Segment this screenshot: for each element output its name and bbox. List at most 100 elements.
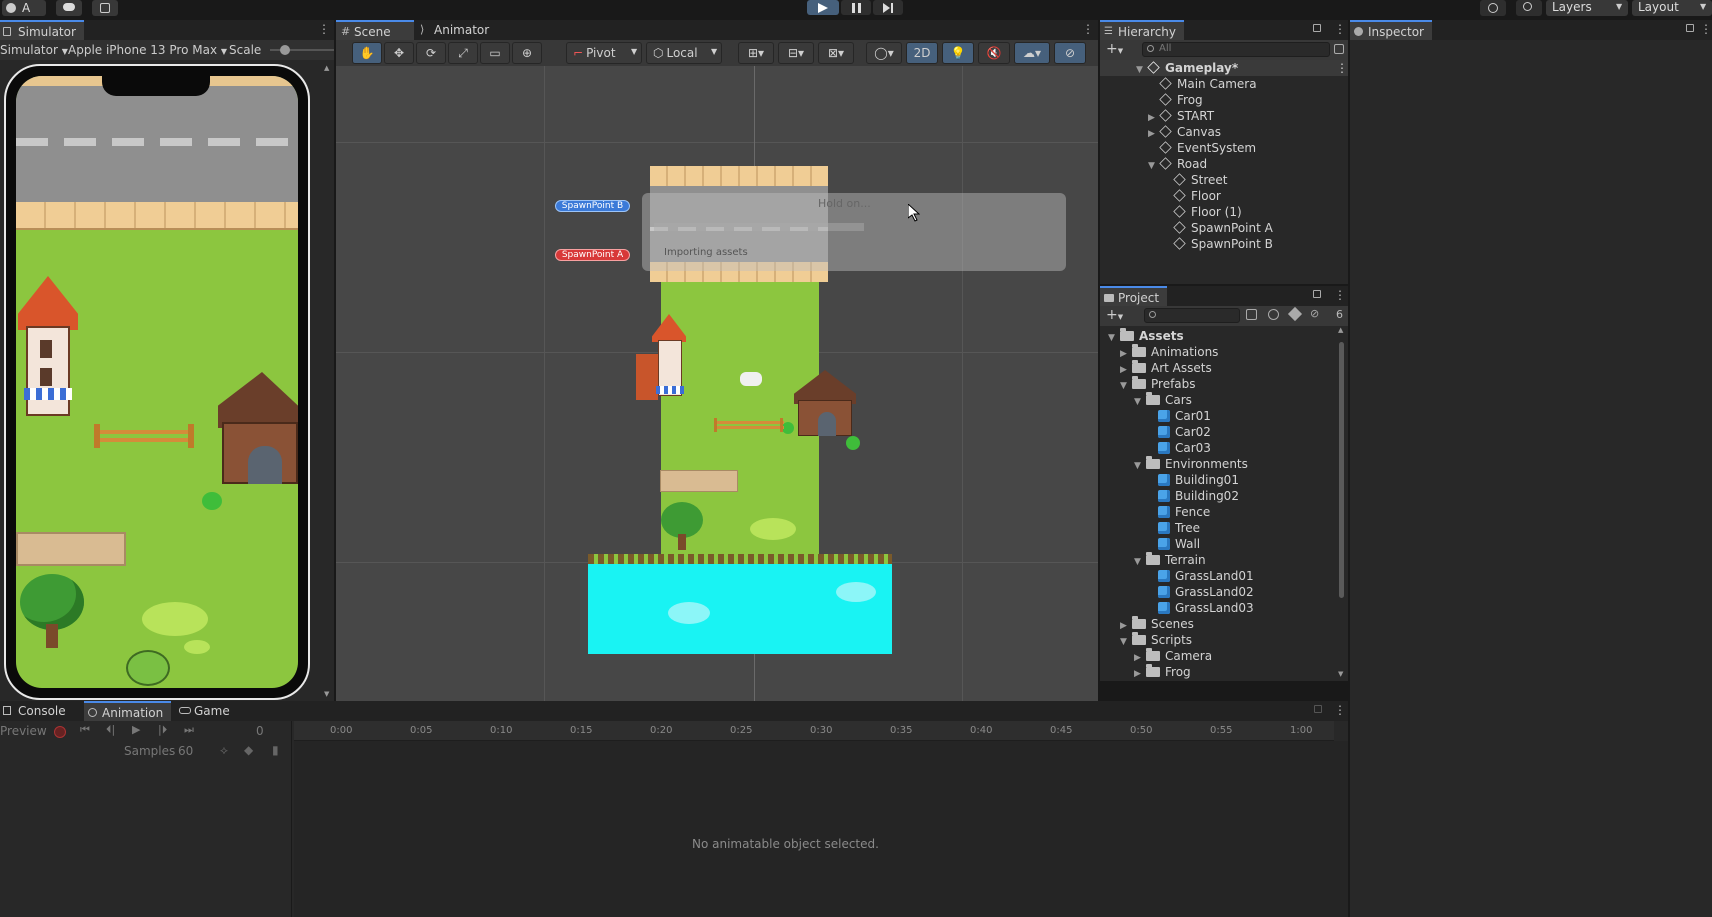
tab-project[interactable]: Project [1100,286,1168,306]
cloud-button[interactable] [56,0,82,16]
pivot-dropdown[interactable]: ⌐ Pivot ▼ [566,42,642,64]
lighting-toggle-button[interactable]: 💡 [942,42,974,64]
project-item[interactable]: Car01 [1158,408,1211,424]
scrollbar-thumb[interactable] [1339,342,1344,598]
hierarchy-item[interactable]: ▼ Road [1100,156,1207,172]
tab-console[interactable]: Console [0,701,74,721]
play-animation-button[interactable]: ▶ [132,723,140,736]
search-by-type-icon[interactable] [1246,309,1257,320]
simulator-mode-dropdown[interactable]: Simulator ▼ [0,43,68,57]
project-item[interactable]: ▶ Animations [1120,344,1218,360]
project-item[interactable]: ▼ Scripts [1120,632,1192,648]
hierarchy-item[interactable]: Main Camera [1100,76,1257,92]
next-keyframe-button[interactable]: |⏵ [158,723,167,737]
hierarchy-item[interactable]: Frog [1100,92,1203,108]
expand-arrow-icon[interactable]: ▼ [1108,330,1120,346]
project-item[interactable]: ▼ Prefabs [1120,376,1196,392]
grid-toggle-button[interactable]: ⊞▾ [738,42,774,64]
effects-toggle-button[interactable]: ☁▾ [1014,42,1050,64]
game-viewport[interactable] [16,76,298,688]
account-button[interactable]: A [2,0,46,16]
camera-gizmo-icon[interactable] [740,372,762,386]
increment-snap-button[interactable]: ⊠▾ [818,42,854,64]
scroll-down-icon[interactable]: ▼ [324,690,329,698]
add-object-button[interactable]: +▼ [1106,41,1123,57]
panel-menu-icon[interactable]: ⋮ [1082,23,1094,35]
scale-slider[interactable] [270,45,334,55]
filter-icon[interactable] [1334,44,1344,54]
last-keyframe-button[interactable]: ⏭ [184,723,194,737]
project-item[interactable]: Wall [1158,536,1200,552]
project-item[interactable]: GrassLand02 [1158,584,1254,600]
project-item[interactable]: ▼ Environments [1134,456,1248,472]
audio-toggle-button[interactable]: 🔇 [978,42,1010,64]
lock-icon[interactable] [1313,290,1321,298]
expand-arrow-icon[interactable]: ▼ [1134,554,1146,570]
panel-menu-icon[interactable]: ⋮ [1334,704,1346,716]
mode-2d-button[interactable]: 2D [906,42,938,64]
record-button[interactable] [54,726,66,738]
scale-slider-handle[interactable] [280,45,290,55]
step-button[interactable] [873,0,903,15]
tab-animation[interactable]: Animation [84,701,172,721]
project-item[interactable]: Car02 [1158,424,1211,440]
hierarchy-item[interactable]: SpawnPoint A [1100,220,1273,236]
local-dropdown[interactable]: ⬡ Local ▼ [646,42,722,64]
panel-menu-icon[interactable]: ⋮ [1700,23,1712,35]
hierarchy-item[interactable]: SpawnPoint B [1100,236,1273,252]
lock-icon[interactable] [1314,705,1322,713]
preview-button[interactable]: Preview [0,724,47,738]
timeline-area[interactable]: No animatable object selected. [294,741,1348,917]
lock-icon[interactable] [1686,24,1694,32]
tab-game[interactable]: Game [176,701,238,721]
project-item-assets[interactable]: ▼ Assets [1108,328,1184,344]
expand-arrow-icon[interactable]: ▼ [1120,634,1132,650]
collapsed-arrow-icon[interactable]: ▶ [1134,666,1146,681]
hierarchy-item[interactable]: ▶ START [1100,108,1214,124]
play-button[interactable] [807,0,839,15]
samples-field[interactable]: 60 [178,744,193,758]
add-event-icon[interactable]: ◆ [244,743,253,757]
project-item[interactable]: Building01 [1158,472,1239,488]
frame-field[interactable]: 0 [256,724,264,738]
event-marker-icon[interactable]: ▮ [272,743,279,757]
project-scrollbar[interactable]: ▲ ▼ [1336,326,1348,681]
tab-simulator[interactable]: Simulator [0,20,84,40]
spawn-point-a-tag[interactable]: SpawnPoint A [555,249,630,261]
scale-tool-button[interactable]: ⤢ [448,42,478,64]
panel-menu-icon[interactable]: ⋮ [1334,289,1346,301]
scroll-up-icon[interactable]: ▲ [1338,326,1343,334]
rotate-tool-button[interactable]: ⟳ [416,42,446,64]
transform-tool-button[interactable]: ⊕ [512,42,542,64]
lock-icon[interactable] [1313,24,1321,32]
layers-dropdown[interactable]: Layers ▼ [1546,0,1628,16]
project-item[interactable]: ▶ Frog [1134,664,1191,680]
hierarchy-root-row[interactable]: ▼ Gameplay* ⋮ [1100,60,1348,76]
panel-menu-icon[interactable]: ⋮ [318,23,330,35]
add-keyframe-icon[interactable]: ⟡ [220,743,228,758]
tab-scene[interactable]: # Scene [336,20,414,40]
hierarchy-item[interactable]: Floor [1100,188,1221,204]
search-button[interactable] [1516,0,1542,16]
hierarchy-item[interactable]: EventSystem [1100,140,1256,156]
history-button[interactable] [1480,0,1506,16]
move-tool-button[interactable]: ✥ [384,42,414,64]
spawn-point-b-tag[interactable]: SpawnPoint B [555,200,630,212]
project-item[interactable]: Car03 [1158,440,1211,456]
scene-viewport[interactable]: ⚡ SpawnPoint B SpawnPoint A Hold on... I… [336,66,1098,701]
search-by-label-icon[interactable] [1268,309,1279,320]
layout-dropdown[interactable]: Layout ▼ [1632,0,1712,16]
project-item[interactable]: Building02 [1158,488,1239,504]
expand-arrow-icon[interactable]: ▼ [1134,458,1146,474]
project-item[interactable]: GrassLand01 [1158,568,1254,584]
visibility-toggle-button[interactable]: ⊘ [1054,42,1086,64]
shading-mode-button[interactable]: ◯▾ [866,42,902,64]
pause-button[interactable] [841,0,871,15]
project-item[interactable]: Tree [1158,520,1200,536]
tab-animator[interactable]: ⟩ Animator [416,20,497,40]
rect-tool-button[interactable]: ▭ [480,42,510,64]
project-search-input[interactable] [1144,308,1240,323]
hierarchy-item[interactable]: ▶ Canvas [1100,124,1221,140]
project-item[interactable]: ▶ Camera [1134,648,1212,664]
timeline-ruler[interactable]: 0:00 0:05 0:10 0:15 0:20 0:25 0:30 0:35 … [294,721,1334,741]
